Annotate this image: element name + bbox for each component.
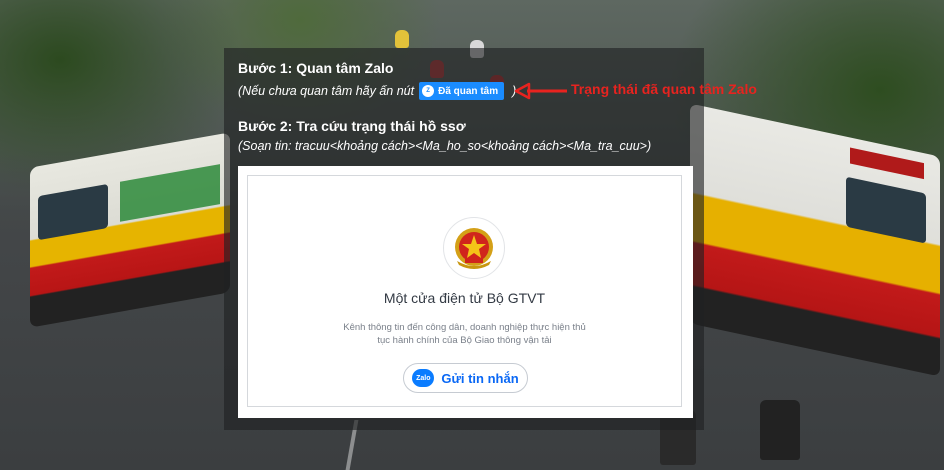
red-arrow-icon [514, 82, 567, 100]
step1-title: Bước 1: Quan tâm Zalo [238, 60, 394, 76]
followed-zalo-button-label: Đã quan tâm [438, 85, 499, 97]
oa-description: Kênh thông tin đến công dân, doanh nghiệ… [343, 322, 586, 346]
step2-title: Bước 2: Tra cứu trạng thái hồ ssơ [238, 118, 466, 134]
followed-status-annotation: Trạng thái đã quan tâm Zalo [571, 81, 757, 97]
background-motorbike [760, 400, 800, 460]
send-message-button[interactable]: Zalo Gửi tin nhắn [403, 363, 528, 393]
zalo-oa-card-inner: Một cửa điện tử Bộ GTVT Kênh thông tin đ… [247, 175, 682, 407]
zalo-logo-icon: Zalo [412, 369, 435, 387]
send-message-label: Gửi tin nhắn [441, 370, 519, 386]
background-motorbike [395, 30, 409, 48]
step2-note: (Soạn tin: tracuu<khoảng cách><Ma_ho_so<… [238, 139, 652, 153]
step1-note: (Nếu chưa quan tâm hãy ấn nút Z Đã quan … [238, 82, 516, 100]
followed-zalo-button[interactable]: Z Đã quan tâm [419, 82, 505, 100]
zalo-oa-card: Một cửa điện tử Bộ GTVT Kênh thông tin đ… [238, 166, 693, 418]
national-emblem-icon [443, 217, 505, 279]
step1-note-prefix: (Nếu chưa quan tâm hãy ấn nút [238, 84, 415, 98]
oa-name: Một cửa điện tử Bộ GTVT [383, 290, 546, 306]
zalo-icon: Z [422, 85, 435, 97]
